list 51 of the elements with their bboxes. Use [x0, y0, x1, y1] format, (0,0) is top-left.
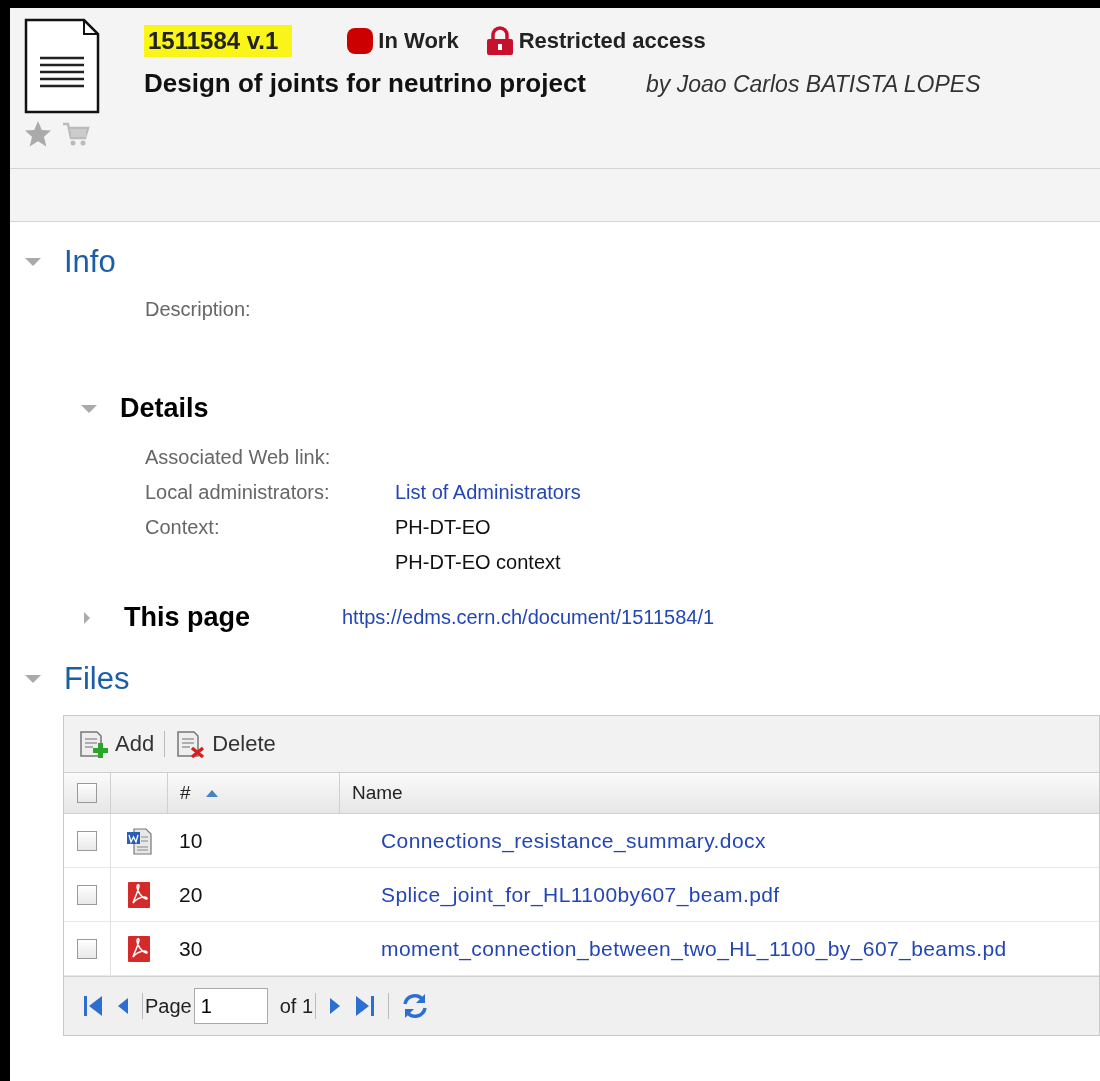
row-checkbox[interactable] — [77, 830, 97, 851]
pdf-document-icon — [127, 880, 151, 909]
page-label: Page — [145, 994, 192, 1018]
access-label: Restricted access — [518, 28, 706, 54]
page-url-link[interactable]: https://edms.cern.ch/document/1511584/1 — [342, 606, 715, 629]
section-heading: Files — [64, 661, 130, 697]
section-heading: Details — [120, 393, 209, 424]
column-header[interactable]: # — [180, 782, 191, 804]
document-number: 1511584 v.1 — [144, 25, 293, 57]
section-heading: This page — [124, 602, 252, 633]
add-file-icon — [78, 728, 109, 760]
first-page-icon[interactable] — [82, 994, 104, 1018]
section-heading: Info — [64, 244, 116, 280]
delete-button[interactable]: Delete — [171, 728, 280, 760]
file-link[interactable]: Connections_resistance_summary.docx — [381, 828, 766, 853]
collapse-icon[interactable] — [24, 256, 42, 268]
add-button[interactable]: Add — [74, 728, 159, 760]
document-title: Design of joints for neutrino project — [144, 68, 586, 99]
page-number-field[interactable]: 1 — [193, 988, 268, 1024]
author-name: by Joao Carlos BATISTA LOPES — [646, 71, 981, 98]
select-all-checkbox[interactable] — [77, 783, 97, 803]
column-header[interactable]: Name — [352, 782, 403, 804]
field-label: Associated Web link: — [145, 446, 332, 469]
row-checkbox[interactable] — [77, 884, 97, 905]
collapse-icon[interactable] — [24, 673, 42, 685]
delete-file-icon — [175, 728, 207, 760]
field-value: PH-DT-EO context — [395, 551, 562, 574]
table-cell: 20 — [179, 882, 203, 907]
last-page-icon[interactable] — [354, 994, 377, 1018]
field-label: Context: — [145, 516, 221, 540]
cart-icon[interactable] — [62, 120, 90, 148]
refresh-icon[interactable] — [401, 992, 430, 1020]
file-link[interactable]: Splice_joint_for_HL1100by607_beam.pdf — [381, 882, 780, 907]
page-count: of 1 — [279, 994, 314, 1018]
administrators-link[interactable]: List of Administrators — [395, 481, 1100, 504]
document-icon — [24, 18, 100, 114]
file-link[interactable]: moment_connection_between_two_HL_1100_by_607_beams.pd — [381, 936, 1007, 961]
status-icon — [346, 27, 375, 55]
pdf-document-icon — [127, 934, 151, 963]
field-label: Local administrators: — [145, 481, 331, 504]
collapse-icon[interactable] — [80, 402, 98, 415]
status-label: In Work — [378, 28, 459, 54]
sort-ascending-icon — [204, 788, 219, 798]
table-cell: 30 — [179, 936, 203, 961]
lock-icon — [484, 26, 515, 56]
field-value: PH-DT-EO — [395, 516, 492, 539]
star-icon[interactable] — [24, 120, 52, 148]
word-document-icon — [126, 826, 152, 855]
table-cell: 10 — [179, 828, 203, 853]
field-label: Description: — [145, 298, 252, 321]
row-checkbox[interactable] — [77, 938, 97, 959]
